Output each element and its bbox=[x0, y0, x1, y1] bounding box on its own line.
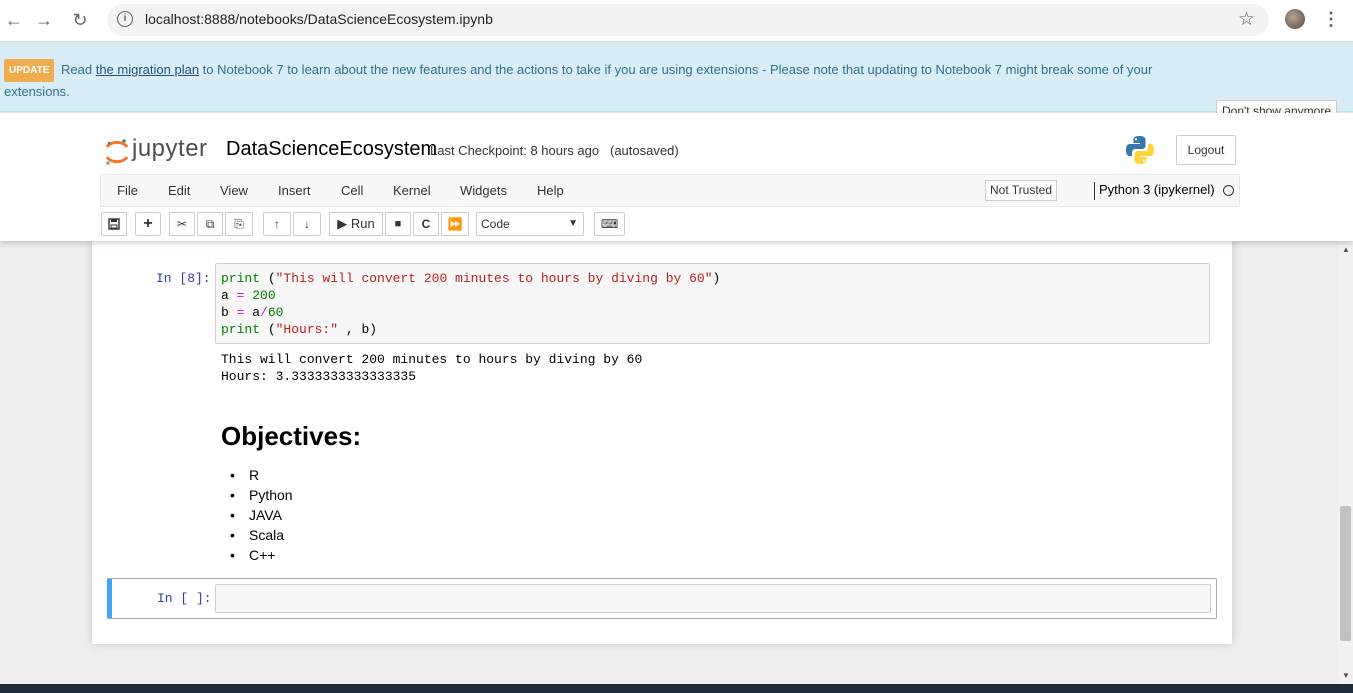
menu-file[interactable]: File bbox=[117, 183, 138, 198]
last-checkpoint: Last Checkpoint: 8 hours ago bbox=[430, 143, 600, 158]
chevron-down-icon: ▼ bbox=[568, 218, 578, 229]
cell-type-value: Code bbox=[481, 217, 510, 231]
menu-cell[interactable]: Cell bbox=[341, 183, 363, 198]
list-item: Scala bbox=[221, 525, 293, 545]
menu-insert[interactable]: Insert bbox=[278, 183, 311, 198]
jupyter-logo[interactable]: jupyter bbox=[104, 135, 214, 165]
bookmark-star-icon[interactable]: ☆ bbox=[1238, 8, 1255, 31]
markdown-heading: Objectives: bbox=[221, 421, 362, 451]
play-icon: ▶ bbox=[337, 216, 348, 231]
kernel-separator bbox=[1094, 182, 1095, 200]
code-cell-input[interactable]: print ("This will convert 200 minutes to… bbox=[215, 263, 1210, 344]
code-operator: = bbox=[236, 288, 245, 303]
autosave-status: (autosaved) bbox=[610, 143, 679, 158]
fast-forward-icon[interactable]: ⏩ bbox=[441, 212, 469, 236]
url-text: localhost:8888/notebooks/DataScienceEcos… bbox=[145, 11, 493, 27]
browser-toolbar: ← → ↻ i localhost:8888/notebooks/DataSci… bbox=[0, 0, 1353, 42]
empty-input-prompt: In [ ]: bbox=[157, 591, 212, 606]
output-line: This will convert 200 minutes to hours b… bbox=[221, 352, 643, 367]
insert-cell-icon[interactable]: + bbox=[135, 212, 161, 236]
profile-avatar[interactable] bbox=[1285, 9, 1305, 29]
code-editor[interactable]: print ("This will convert 200 minutes to… bbox=[221, 270, 720, 338]
notebook-area: In [8]: print ("This will convert 200 mi… bbox=[0, 241, 1338, 684]
code-keyword: print bbox=[221, 271, 261, 286]
input-prompt: In [8]: bbox=[156, 271, 211, 286]
menu-help[interactable]: Help bbox=[537, 183, 564, 198]
run-button[interactable]: ▶ Run bbox=[329, 212, 383, 236]
cell-output: This will convert 200 minutes to hours b… bbox=[221, 351, 642, 385]
migration-plan-link[interactable]: the migration plan bbox=[96, 62, 199, 77]
cell-type-select[interactable]: Code ▼ bbox=[476, 212, 584, 236]
code-number: 200 bbox=[252, 288, 276, 303]
reload-icon[interactable]: ↻ bbox=[68, 8, 92, 32]
code-string: "This will convert 200 minutes to hours … bbox=[275, 271, 713, 286]
code-number: 60 bbox=[267, 305, 284, 320]
scroll-up-arrow-icon[interactable]: ▲ bbox=[1342, 245, 1350, 254]
list-item: Python bbox=[221, 485, 293, 505]
kernel-status-icon bbox=[1223, 185, 1234, 196]
paste-icon[interactable]: ⎘ bbox=[225, 212, 253, 236]
restart-icon[interactable]: C bbox=[413, 212, 439, 236]
stop-icon[interactable]: ■ bbox=[385, 212, 411, 236]
save-icon[interactable] bbox=[101, 212, 127, 236]
code-keyword: print bbox=[221, 322, 261, 337]
list-item: JAVA bbox=[221, 505, 293, 525]
logout-button[interactable]: Logout bbox=[1176, 135, 1236, 165]
python-logo-icon bbox=[1126, 136, 1154, 164]
list-item: R bbox=[221, 465, 293, 485]
menu-view[interactable]: View bbox=[220, 183, 248, 198]
menu-kernel[interactable]: Kernel bbox=[393, 183, 431, 198]
kernel-name[interactable]: Python 3 (ipykernel) bbox=[1099, 182, 1215, 197]
output-line: Hours: 3.3333333333333335 bbox=[221, 369, 417, 384]
notebook-toolbar: + ✂ ⧉ ⎘ ↑ ↓ ▶ Run ■ C ⏩ Code ▼ ⌨ bbox=[100, 210, 700, 238]
os-taskbar bbox=[0, 684, 1353, 693]
move-up-icon[interactable]: ↑ bbox=[263, 212, 291, 236]
address-bar[interactable]: i localhost:8888/notebooks/DataScienceEc… bbox=[107, 4, 1269, 36]
code-operator: / bbox=[260, 305, 268, 320]
page-scrollbar[interactable]: ▲ ▼ bbox=[1338, 241, 1353, 684]
update-banner: UPDATE Read the migration plan to Notebo… bbox=[0, 42, 1353, 123]
move-down-icon[interactable]: ↓ bbox=[293, 212, 321, 236]
notebook-name[interactable]: DataScienceEcosystem bbox=[226, 138, 437, 161]
list-item: C++ bbox=[221, 545, 293, 565]
not-trusted-button[interactable]: Not Trusted bbox=[985, 180, 1057, 201]
empty-cell-input[interactable] bbox=[215, 584, 1211, 613]
cut-icon[interactable]: ✂ bbox=[169, 212, 195, 236]
update-badge: UPDATE bbox=[4, 59, 55, 82]
notebook-container: In [8]: print ("This will convert 200 mi… bbox=[92, 241, 1232, 644]
menu-edit[interactable]: Edit bbox=[168, 183, 190, 198]
site-info-icon[interactable]: i bbox=[117, 11, 133, 27]
back-arrow-icon[interactable]: ← bbox=[2, 8, 26, 32]
banner-message: UPDATE Read the migration plan to Notebo… bbox=[4, 59, 1204, 101]
menu-widgets[interactable]: Widgets bbox=[460, 183, 507, 198]
jupyter-orbit-icon bbox=[105, 139, 129, 165]
scroll-thumb[interactable] bbox=[1340, 506, 1351, 641]
scroll-down-arrow-icon[interactable]: ▼ bbox=[1342, 671, 1350, 680]
markdown-list: R Python JAVA Scala C++ bbox=[221, 465, 293, 565]
menu-bar: File Edit View Insert Cell Kernel Widget… bbox=[100, 174, 1240, 207]
jupyter-header: jupyter DataScienceEcosystem Last Checkp… bbox=[0, 113, 1353, 241]
browser-menu-icon[interactable]: ⋮ bbox=[1322, 9, 1340, 29]
code-string: "Hours:" bbox=[275, 322, 339, 337]
keyboard-icon[interactable]: ⌨ bbox=[594, 212, 625, 236]
banner-text-before: Read bbox=[61, 62, 93, 77]
run-label: Run bbox=[350, 216, 375, 231]
code-operator: = bbox=[236, 305, 245, 320]
copy-icon[interactable]: ⧉ bbox=[197, 212, 223, 236]
jupyter-logo-text: jupyter bbox=[132, 135, 208, 162]
selected-empty-cell[interactable]: In [ ]: bbox=[107, 578, 1217, 619]
forward-arrow-icon[interactable]: → bbox=[32, 8, 56, 32]
